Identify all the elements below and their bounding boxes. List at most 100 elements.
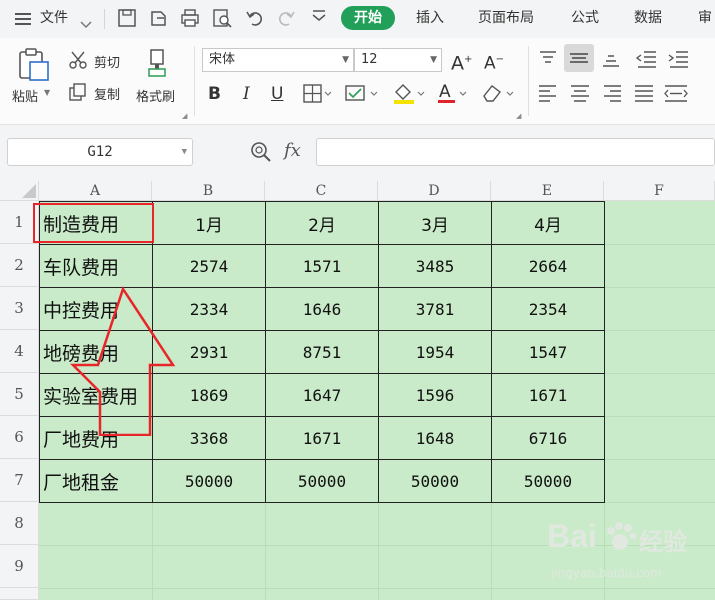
tab-review[interactable]: 审 [698, 9, 712, 27]
tab-formula[interactable]: 公式 [571, 9, 599, 27]
name-box[interactable]: G12 ▼ [7, 138, 193, 166]
row-header-9[interactable]: 9 [0, 545, 39, 588]
copy-button[interactable]: 复制 [94, 84, 120, 103]
column-header-e[interactable]: E [491, 181, 604, 201]
format-painter-button[interactable]: 格式刷 [136, 86, 175, 105]
cell-b2[interactable]: 2574 [152, 244, 266, 288]
file-menu[interactable]: 文件 [40, 9, 68, 27]
increase-font-icon[interactable]: A+ [451, 50, 472, 73]
print-icon[interactable] [180, 8, 200, 28]
decrease-font-icon[interactable]: A− [484, 50, 504, 74]
undo-icon[interactable] [245, 8, 265, 28]
chevron-down-icon[interactable] [80, 14, 92, 33]
tab-home[interactable]: 开始 [341, 6, 395, 30]
cell-d5[interactable]: 1596 [378, 373, 492, 417]
cell-e4[interactable]: 1547 [491, 330, 605, 374]
align-center-icon[interactable] [570, 84, 590, 106]
row-header-7[interactable]: 7 [0, 459, 39, 502]
row-header-8[interactable]: 8 [0, 502, 39, 545]
column-header-c[interactable]: C [265, 181, 378, 201]
cell-e2[interactable]: 2664 [491, 244, 605, 288]
column-header-f[interactable]: F [604, 181, 715, 201]
cell-d6[interactable]: 1648 [378, 416, 492, 460]
fill-color-icon[interactable] [392, 82, 426, 108]
cell-c5[interactable]: 1647 [265, 373, 379, 417]
justify-icon[interactable] [634, 84, 654, 106]
paste-button[interactable]: 粘贴 [12, 86, 38, 105]
align-top-icon[interactable] [538, 50, 558, 72]
align-middle-button[interactable] [564, 44, 594, 72]
row-header-3[interactable]: 3 [0, 287, 39, 330]
cell-c1[interactable]: 2月 [265, 201, 379, 245]
cell-a2[interactable]: 车队费用 [39, 244, 153, 288]
eraser-icon[interactable] [480, 82, 516, 108]
formula-input[interactable] [316, 138, 715, 166]
row-header-2[interactable]: 2 [0, 244, 39, 287]
save-icon[interactable] [117, 8, 137, 28]
highlight-box [33, 203, 154, 243]
column-header-b[interactable]: B [152, 181, 265, 201]
decrease-indent-icon[interactable] [635, 50, 658, 72]
cell-c2[interactable]: 1571 [265, 244, 379, 288]
paste-icon[interactable] [16, 48, 50, 86]
tab-page-layout[interactable]: 页面布局 [478, 9, 534, 27]
align-left-icon[interactable] [538, 84, 558, 106]
borders-icon[interactable] [303, 84, 333, 108]
chevron-down-icon[interactable]: ▼ [44, 88, 50, 97]
bold-icon[interactable]: B [208, 84, 221, 104]
dialog-launcher-icon[interactable]: ◢ [182, 112, 187, 120]
row-header-5[interactable]: 5 [0, 373, 39, 416]
tab-data[interactable]: 数据 [634, 9, 662, 27]
dialog-launcher-icon[interactable]: ◢ [516, 112, 521, 120]
align-bottom-icon[interactable] [601, 50, 621, 72]
increase-indent-icon[interactable] [668, 50, 690, 72]
cell-e7[interactable]: 50000 [491, 459, 605, 503]
cell-d4[interactable]: 1954 [378, 330, 492, 374]
distributed-align-icon[interactable] [664, 84, 688, 106]
cell-c6[interactable]: 1671 [265, 416, 379, 460]
cell-d7[interactable]: 50000 [378, 459, 492, 503]
hamburger-icon[interactable] [15, 11, 33, 25]
cell-e5[interactable]: 1671 [491, 373, 605, 417]
italic-icon[interactable]: I [243, 84, 250, 104]
scissors-icon[interactable] [68, 50, 88, 74]
cell-a7[interactable]: 厂地租金 [39, 459, 153, 503]
cell-c3[interactable]: 1646 [265, 287, 379, 331]
cell-d3[interactable]: 3781 [378, 287, 492, 331]
zoom-search-icon[interactable] [250, 141, 272, 167]
row-header-4[interactable]: 4 [0, 330, 39, 373]
export-icon[interactable] [149, 8, 169, 28]
cell-e3[interactable]: 2354 [491, 287, 605, 331]
format-painter-icon[interactable] [146, 48, 174, 82]
row-header-10[interactable] [0, 588, 39, 600]
cell-e6[interactable]: 6716 [491, 416, 605, 460]
font-color-icon[interactable]: A [436, 82, 470, 108]
fx-icon[interactable]: fx [284, 140, 301, 161]
more-icon[interactable] [309, 8, 329, 28]
cell-b7[interactable]: 50000 [152, 459, 266, 503]
cell-b1[interactable]: 1月 [152, 201, 266, 245]
align-right-icon[interactable] [602, 84, 622, 106]
cell-c4[interactable]: 8751 [265, 330, 379, 374]
cell-c7[interactable]: 50000 [265, 459, 379, 503]
font-size-select[interactable]: 12 ▼ [354, 48, 442, 72]
cell-d1[interactable]: 3月 [378, 201, 492, 245]
font-name-select[interactable]: 宋体 ▼ [202, 48, 354, 72]
table-row: 厂地租金 50000 50000 50000 50000 [39, 459, 605, 503]
cell-d2[interactable]: 3485 [378, 244, 492, 288]
divider [104, 9, 105, 29]
column-header-d[interactable]: D [378, 181, 491, 201]
tab-insert[interactable]: 插入 [416, 9, 444, 27]
row-header-6[interactable]: 6 [0, 416, 39, 459]
font-size-value: 12 [361, 52, 378, 67]
gridline [39, 588, 715, 589]
cut-button[interactable]: 剪切 [94, 52, 120, 71]
select-all-corner[interactable] [0, 181, 39, 201]
fill-style-icon[interactable] [345, 84, 379, 108]
cell-e1[interactable]: 4月 [491, 201, 605, 245]
print-preview-icon[interactable] [212, 8, 232, 28]
chevron-down-icon: ▼ [342, 55, 349, 65]
underline-icon[interactable]: U [271, 84, 283, 104]
column-header-a[interactable]: A [39, 181, 152, 201]
copy-icon[interactable] [68, 82, 88, 106]
